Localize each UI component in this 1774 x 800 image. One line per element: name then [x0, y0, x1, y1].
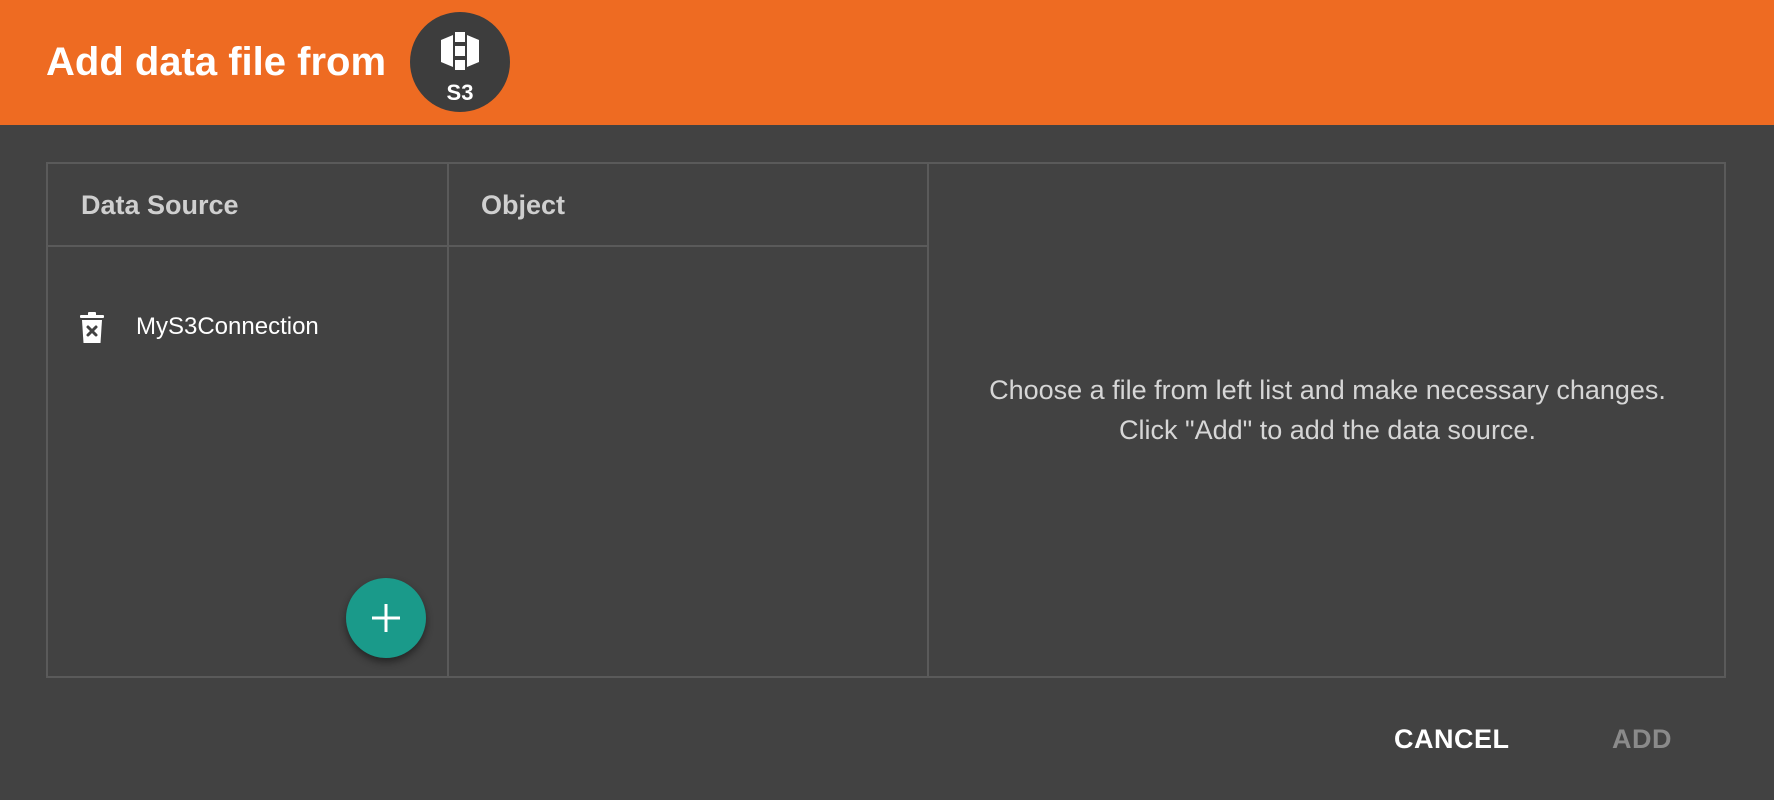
file-browser-panel: Data Source Object MyS3Connection Choose…: [46, 162, 1726, 678]
empty-state-hint: Choose a file from left list and make ne…: [929, 370, 1726, 450]
add-data-file-dialog: Add data file from S3 Data Source Object: [0, 0, 1774, 800]
source-badge-label: S3: [446, 80, 474, 105]
header-divider: [48, 245, 927, 247]
plus-icon: [372, 604, 400, 632]
hint-line: Click "Add" to add the data source.: [1119, 415, 1536, 445]
dialog-header: Add data file from S3: [0, 0, 1774, 125]
data-source-column-header: Data Source: [81, 190, 239, 220]
delete-icon[interactable]: [78, 312, 106, 344]
cancel-button[interactable]: CANCEL: [1394, 722, 1510, 756]
object-column-header: Object: [481, 190, 566, 220]
column-divider: [447, 164, 449, 676]
dialog-title: Add data file from: [46, 40, 387, 84]
add-data-source-button[interactable]: [346, 578, 426, 658]
data-source-label: MyS3Connection: [136, 313, 319, 340]
hint-line: Choose a file from left list and make ne…: [989, 375, 1666, 405]
source-badge: S3: [410, 12, 510, 112]
data-source-item[interactable]: MyS3Connection: [48, 304, 447, 350]
add-button[interactable]: ADD: [1612, 722, 1672, 756]
aws-s3-icon: [441, 32, 479, 70]
